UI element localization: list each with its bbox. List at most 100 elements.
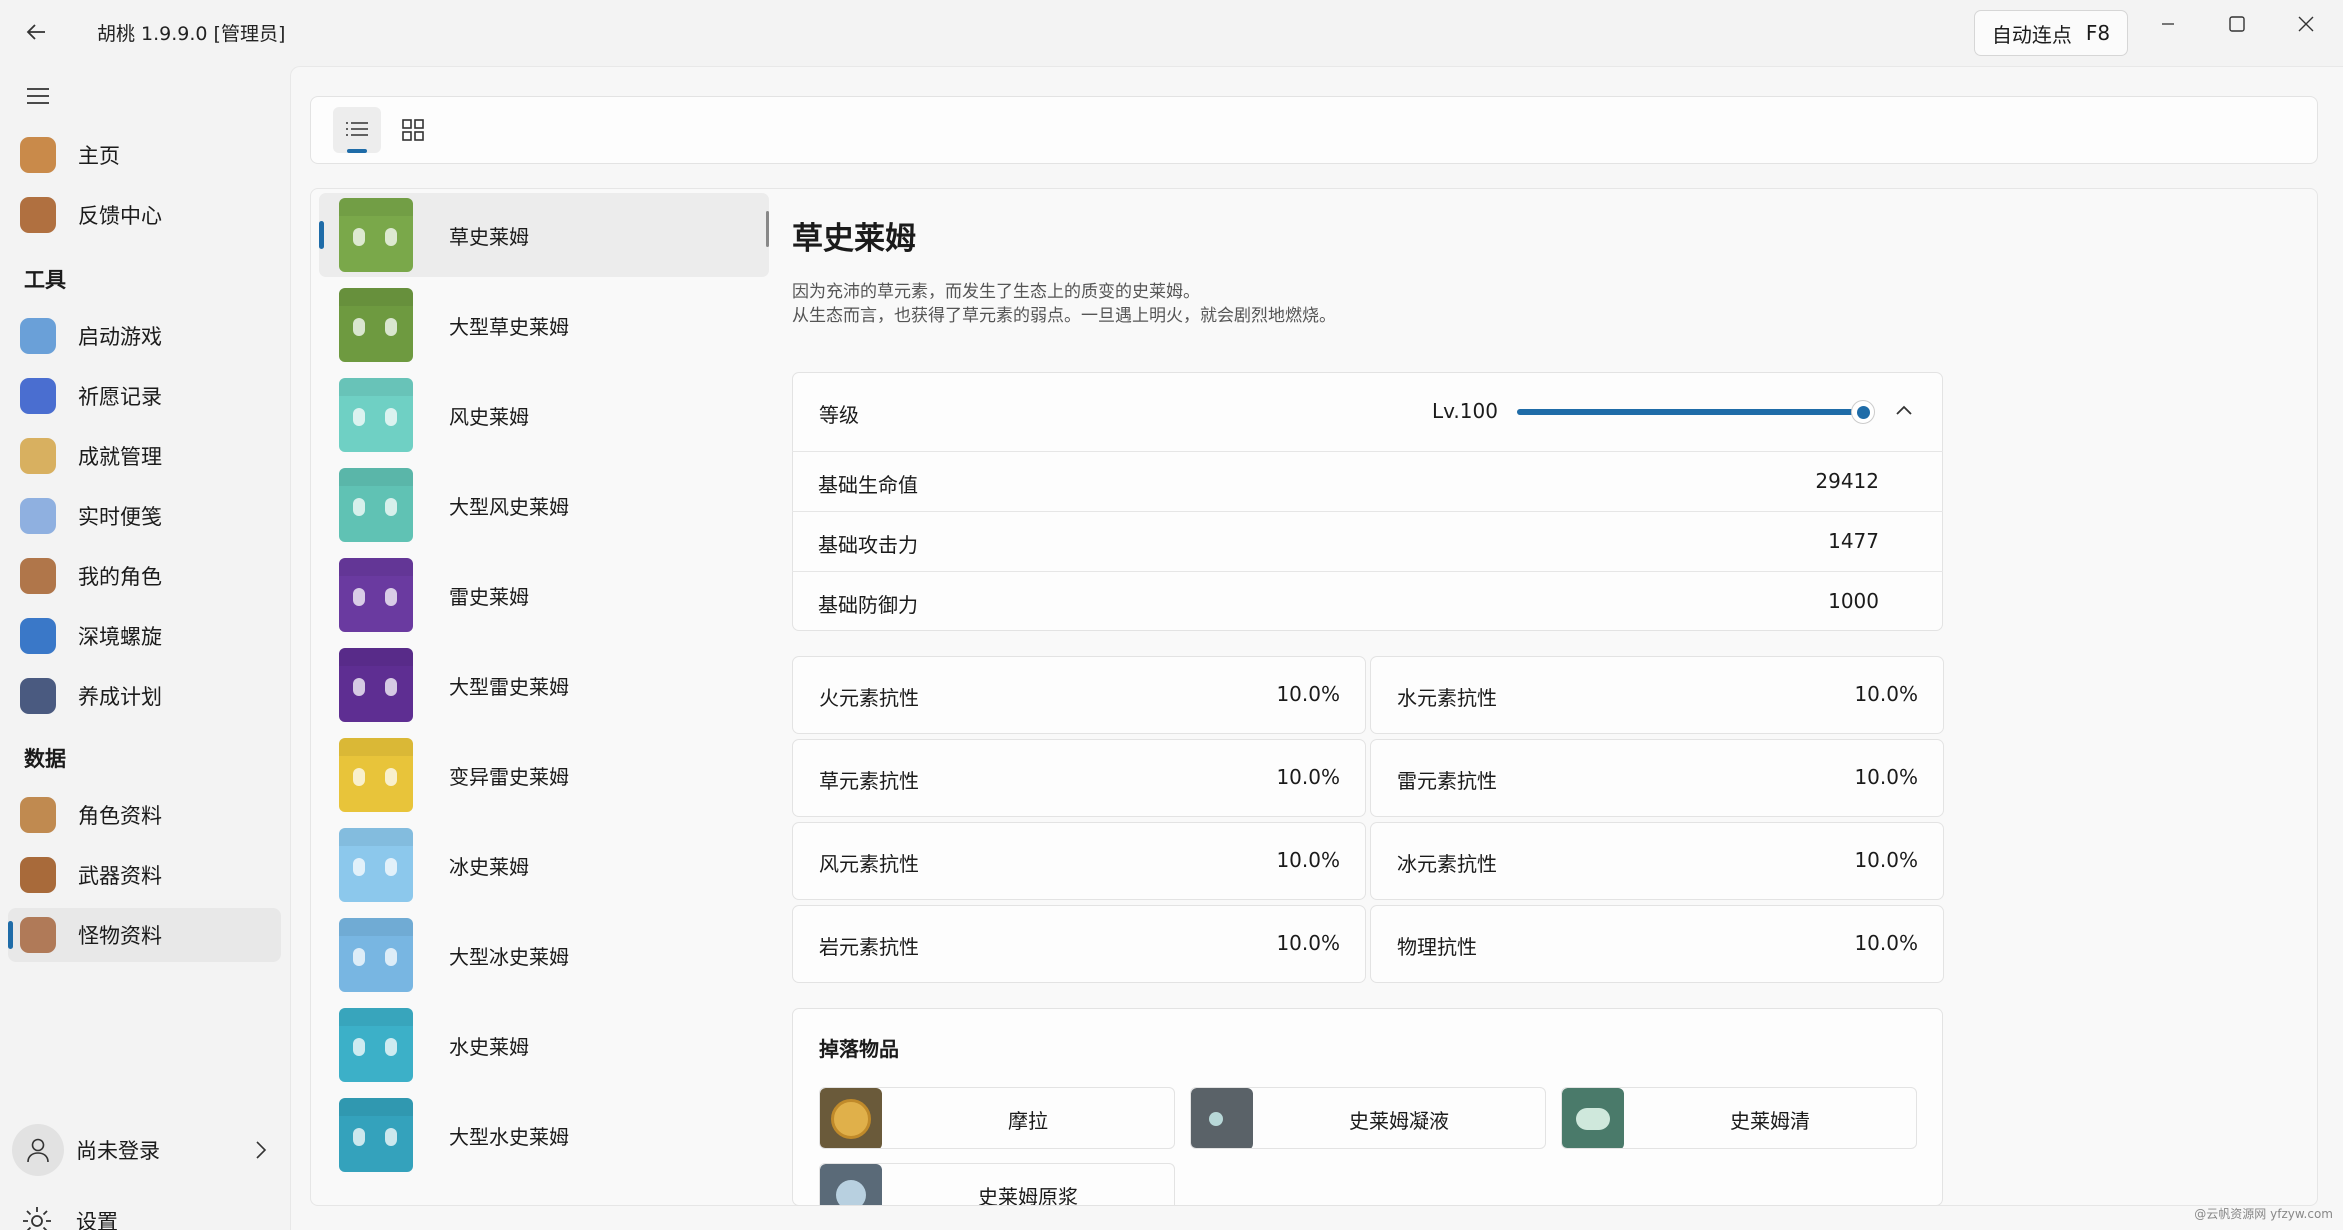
nav-label: 武器资料 xyxy=(78,864,162,888)
monster-name: 水史莱姆 xyxy=(449,1034,529,1059)
level-slider[interactable] xyxy=(1517,400,1875,424)
monster-name: 草史莱姆 xyxy=(449,224,529,249)
spiral-abyss-icon xyxy=(20,618,56,654)
drops-title: 掉落物品 xyxy=(819,1037,899,1061)
slime-icon xyxy=(339,378,413,452)
launch-game-icon xyxy=(20,318,56,354)
level-label: 等级 xyxy=(819,403,859,427)
slime-icon xyxy=(339,288,413,362)
slime-icon xyxy=(339,558,413,632)
mora-icon xyxy=(820,1088,882,1148)
monster-wiki-icon xyxy=(20,917,56,953)
view-toolbar xyxy=(310,96,2318,164)
monster-list-item[interactable]: 冰史莱姆 xyxy=(319,823,769,907)
title-bar: 胡桃 1.9.9.0 [管理员] 自动连点 F8 xyxy=(0,0,2343,66)
monster-list-item[interactable]: 大型雷史莱姆 xyxy=(319,643,769,727)
monster-list-item[interactable]: 大型冰史莱姆 xyxy=(319,913,769,997)
resistance-physical: 物理抗性 10.0% xyxy=(1370,905,1944,983)
nav-item-cultivation[interactable]: 养成计划 xyxy=(8,669,281,723)
close-button[interactable] xyxy=(2276,6,2336,42)
monster-list-item[interactable]: 变异雷史莱姆 xyxy=(319,733,769,817)
resistance-cryo: 冰元素抗性 10.0% xyxy=(1370,822,1944,900)
monster-name: 大型草史莱姆 xyxy=(449,314,569,339)
nav-item-my-characters[interactable]: 我的角色 xyxy=(8,549,281,603)
nav-label: 反馈中心 xyxy=(78,204,162,228)
menu-toggle-button[interactable] xyxy=(22,80,54,112)
user-account-button[interactable]: 尚未登录 xyxy=(8,1118,281,1182)
nav-item-home[interactable]: 主页 xyxy=(8,128,281,182)
stat-row-hp: 基础生命值 29412 xyxy=(792,451,1943,511)
nav-item-spiral-abyss[interactable]: 深境螺旋 xyxy=(8,609,281,663)
monster-name: 大型雷史莱姆 xyxy=(449,674,569,699)
selection-indicator xyxy=(319,221,324,249)
character-wiki-icon xyxy=(20,797,56,833)
nav-label: 主页 xyxy=(78,144,120,168)
achievement-icon xyxy=(20,438,56,474)
nav-item-achievement[interactable]: 成就管理 xyxy=(8,429,281,483)
nav-label: 启动游戏 xyxy=(78,325,162,349)
monster-list-item[interactable]: 雷史莱姆 xyxy=(319,553,769,637)
resistance-dendro: 草元素抗性 10.0% xyxy=(792,739,1366,817)
monster-title: 草史莱姆 xyxy=(792,221,916,257)
monster-list-item[interactable]: 风史莱姆 xyxy=(319,373,769,457)
monster-list-item[interactable]: 大型草史莱姆 xyxy=(319,283,769,367)
realtime-notes-icon xyxy=(20,498,56,534)
section-data: 数据 xyxy=(24,747,66,771)
monster-name: 冰史莱姆 xyxy=(449,854,529,879)
drop-item-mora[interactable]: 摩拉 xyxy=(819,1087,1175,1149)
nav-label: 深境螺旋 xyxy=(78,625,162,649)
slime-concentrate-icon xyxy=(820,1164,882,1205)
grid-view-button[interactable] xyxy=(389,107,437,153)
collapse-button[interactable] xyxy=(1889,395,1919,425)
slime-icon xyxy=(339,828,413,902)
monster-name: 雷史莱姆 xyxy=(449,584,529,609)
slime-condensate-icon xyxy=(1191,1088,1253,1148)
nav-item-monster-wiki[interactable]: 怪物资料 xyxy=(8,908,281,962)
resistance-anemo: 风元素抗性 10.0% xyxy=(792,822,1366,900)
nav-item-character-wiki[interactable]: 角色资料 xyxy=(8,788,281,842)
nav-label: 成就管理 xyxy=(78,445,162,469)
app-title: 胡桃 1.9.9.0 [管理员] xyxy=(97,23,286,45)
nav-item-feedback[interactable]: 反馈中心 xyxy=(8,188,281,242)
hamburger-icon xyxy=(27,88,49,104)
nav-item-wish-history[interactable]: 祈愿记录 xyxy=(8,369,281,423)
monster-name: 大型冰史莱姆 xyxy=(449,944,569,969)
drop-item-slime-secretions[interactable]: 史莱姆清 xyxy=(1561,1087,1917,1149)
list-view-button[interactable] xyxy=(333,107,381,153)
auto-click-key: F8 xyxy=(2085,21,2111,45)
monster-name: 风史莱姆 xyxy=(449,404,529,429)
back-arrow-icon xyxy=(26,24,45,40)
maximize-button[interactable] xyxy=(2207,6,2267,42)
wish-history-icon xyxy=(20,378,56,414)
level-slider-fill xyxy=(1517,409,1863,415)
monster-list-item[interactable]: 水史莱姆 xyxy=(319,1003,769,1087)
scrollbar-thumb[interactable] xyxy=(766,211,769,247)
minimize-icon xyxy=(2162,23,2174,25)
monster-list-item[interactable]: 大型风史莱姆 xyxy=(319,463,769,547)
close-icon xyxy=(2298,16,2314,32)
cultivation-icon xyxy=(20,678,56,714)
monster-list-item[interactable]: 草史莱姆 xyxy=(319,193,769,277)
watermark: @云帆资源网 yfzyw.com xyxy=(2194,1207,2333,1221)
resistance-electro: 雷元素抗性 10.0% xyxy=(1370,739,1944,817)
gear-icon xyxy=(23,1207,51,1230)
auto-click-button[interactable]: 自动连点 F8 xyxy=(1974,10,2128,56)
nav-item-realtime-notes[interactable]: 实时便笺 xyxy=(8,489,281,543)
monster-list-item[interactable]: 大型水史莱姆 xyxy=(319,1093,769,1177)
drop-item-slime-condensate[interactable]: 史莱姆凝液 xyxy=(1190,1087,1546,1149)
slime-icon xyxy=(339,1008,413,1082)
minimize-button[interactable] xyxy=(2138,6,2198,42)
settings-label: 设置 xyxy=(76,1210,118,1230)
nav-item-launch-game[interactable]: 启动游戏 xyxy=(8,309,281,363)
monster-description-line-1: 因为充沛的草元素，而发生了生态上的质变的史莱姆。 xyxy=(792,282,1200,302)
settings-button[interactable]: 设置 xyxy=(8,1196,281,1230)
nav-item-weapon-wiki[interactable]: 武器资料 xyxy=(8,848,281,902)
stat-row-atk: 基础攻击力 1477 xyxy=(792,511,1943,571)
list-icon xyxy=(346,122,368,136)
back-button[interactable] xyxy=(18,14,54,50)
level-slider-thumb[interactable] xyxy=(1851,400,1875,424)
selection-indicator xyxy=(8,921,13,949)
drop-item-slime-concentrate[interactable]: 史莱姆原浆 xyxy=(819,1163,1175,1205)
my-characters-icon xyxy=(20,558,56,594)
nav-label: 怪物资料 xyxy=(78,924,162,948)
